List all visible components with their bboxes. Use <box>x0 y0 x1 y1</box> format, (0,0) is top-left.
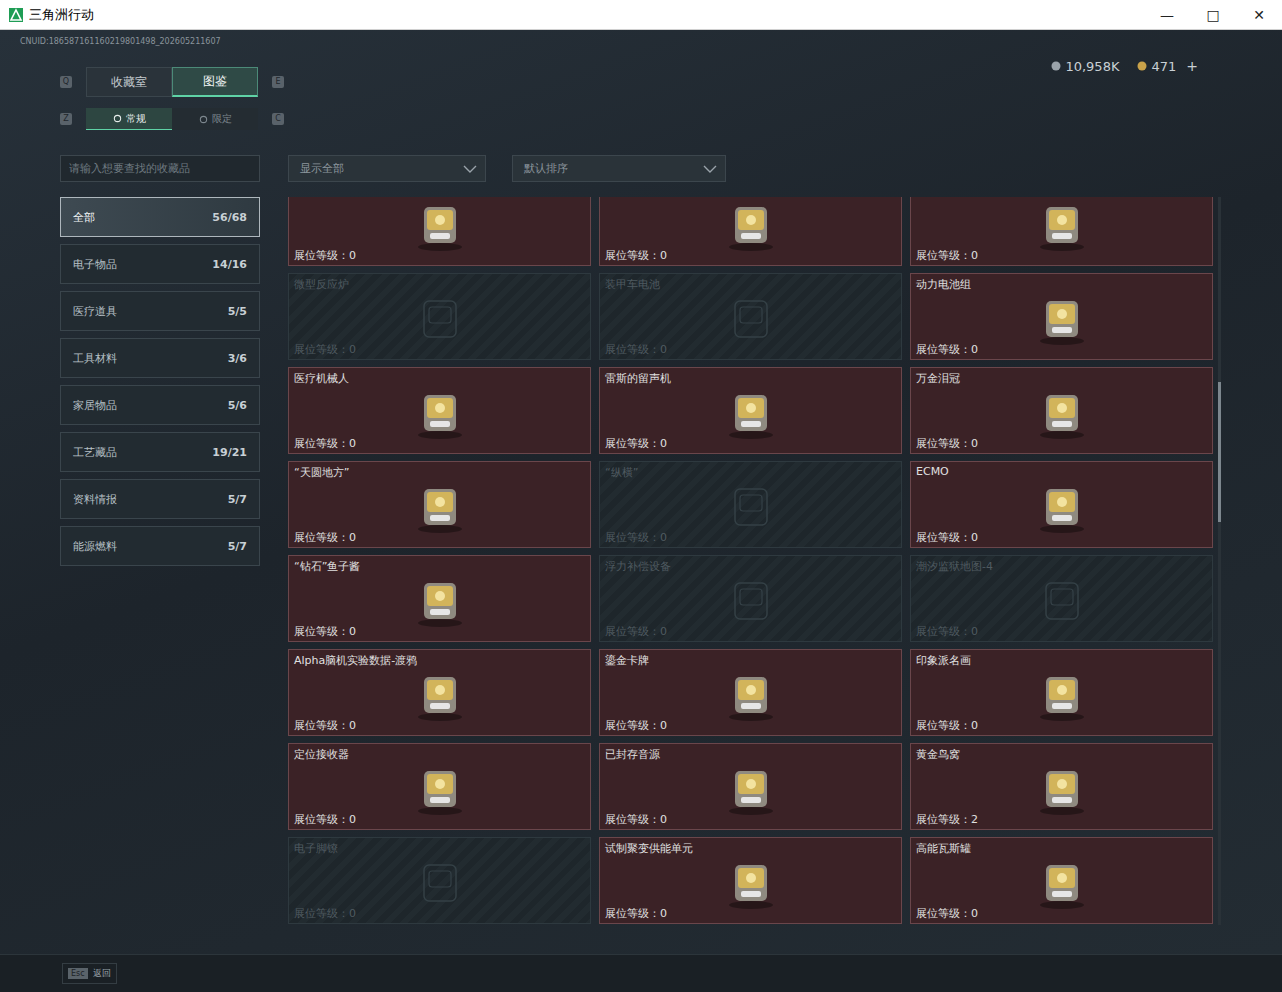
item-icon <box>408 851 472 911</box>
key-hint: E <box>272 76 284 88</box>
collection-card[interactable]: “天圆地方”展位等级：0 <box>288 461 591 548</box>
category-item[interactable]: 资料情报5/7 <box>60 479 260 519</box>
collection-card[interactable]: 试制聚变供能单元展位等级：0 <box>599 837 902 924</box>
item-icon <box>719 757 783 817</box>
item-icon <box>719 851 783 911</box>
coin-icon <box>1051 61 1061 71</box>
currency-item: 471+ <box>1137 58 1198 74</box>
item-icon <box>719 663 783 723</box>
category-item[interactable]: 工具材料3/6 <box>60 338 260 378</box>
item-icon <box>1030 757 1094 817</box>
uid-label: CNUID:186587161160219801498_202605211607 <box>0 36 1282 48</box>
item-icon <box>1030 569 1094 629</box>
window-control-button[interactable]: □ <box>1190 0 1236 30</box>
item-icon <box>1030 197 1094 253</box>
key-hint: Z <box>60 113 72 125</box>
item-icon <box>408 381 472 441</box>
add-currency-button[interactable]: + <box>1186 58 1198 74</box>
key-hint: C <box>272 113 284 125</box>
chevron-down-icon <box>463 165 477 173</box>
tab-icon <box>199 115 208 124</box>
collection-card[interactable]: 电子脚镣展位等级：0 <box>288 837 591 924</box>
filter-dropdown[interactable]: 默认排序 <box>512 155 726 182</box>
window-control-button[interactable]: ✕ <box>1236 0 1282 30</box>
collection-card[interactable]: 浮力补偿设备展位等级：0 <box>599 555 902 642</box>
category-item[interactable]: 全部56/68 <box>60 197 260 237</box>
collection-card[interactable]: 已封存音源展位等级：0 <box>599 743 902 830</box>
item-icon <box>1030 663 1094 723</box>
category-item[interactable]: 家居物品5/6 <box>60 385 260 425</box>
item-icon <box>408 569 472 629</box>
category-item[interactable]: 能源燃料5/7 <box>60 526 260 566</box>
item-icon <box>1030 851 1094 911</box>
collection-card[interactable]: 黄金鸟窝展位等级：2 <box>910 743 1213 830</box>
coin-icon <box>1137 61 1147 71</box>
collection-card[interactable]: ECMO展位等级：0 <box>910 461 1213 548</box>
item-icon <box>408 663 472 723</box>
collection-screen: CNUID:186587161160219801498_202605211607… <box>0 30 1282 954</box>
main-tab[interactable]: 图鉴 <box>172 67 258 97</box>
category-item[interactable]: 工艺藏品19/21 <box>60 432 260 472</box>
item-icon <box>1030 381 1094 441</box>
game-window: 三角洲行动—□✕CNUID:186587161160219801498_2026… <box>0 0 1282 992</box>
collection-card[interactable]: 定位接收器展位等级：0 <box>288 743 591 830</box>
key-hint: Q <box>60 76 72 88</box>
item-icon <box>408 757 472 817</box>
back-button[interactable]: Esc返回 <box>62 963 117 984</box>
category-sidebar: 全部56/68 电子物品14/16 医疗道具5/5 工具材料3/6 家居物品5/6 工艺藏… <box>60 155 260 925</box>
main-tab[interactable]: 收藏室 <box>86 67 172 97</box>
collection-card[interactable]: Alpha脑机实验数据-渡鸦展位等级：0 <box>288 649 591 736</box>
collection-card[interactable]: “纵横”展位等级：0 <box>599 461 902 548</box>
scrollbar-thumb[interactable] <box>1218 382 1221 522</box>
collection-card[interactable]: 印象派名画展位等级：0 <box>910 649 1213 736</box>
filter-dropdown[interactable]: 显示全部 <box>288 155 486 182</box>
sub-tab[interactable]: 限定 <box>172 108 258 130</box>
item-icon <box>719 197 783 253</box>
collection-card[interactable]: 展位等级：0 <box>910 197 1213 266</box>
item-icon <box>1030 475 1094 535</box>
tab-icon <box>113 114 122 123</box>
item-icon <box>408 197 472 253</box>
item-icon <box>719 287 783 347</box>
collection-card[interactable]: 展位等级：0 <box>599 197 902 266</box>
sub-tab[interactable]: 常规 <box>86 108 172 130</box>
item-icon <box>408 475 472 535</box>
scrollbar[interactable] <box>1218 197 1221 925</box>
chevron-down-icon <box>703 165 717 173</box>
currency-bar: 10,958K 471+ <box>1051 58 1198 74</box>
collection-card[interactable]: 潮汐监狱地图-4展位等级：0 <box>910 555 1213 642</box>
collection-card[interactable]: 高能瓦斯罐展位等级：0 <box>910 837 1213 924</box>
item-icon <box>719 475 783 535</box>
collection-card[interactable]: 鎏金卡牌展位等级：0 <box>599 649 902 736</box>
collection-card[interactable]: “钻石”鱼子酱展位等级：0 <box>288 555 591 642</box>
collection-card[interactable]: 万金泪冠展位等级：0 <box>910 367 1213 454</box>
collection-card[interactable]: 展位等级：0 <box>288 197 591 266</box>
currency-item: 10,958K <box>1051 58 1119 74</box>
title-bar: 三角洲行动 —□✕ <box>0 0 1282 30</box>
item-grid: 展位等级：0展位等级：0展位等级：0微型反应炉展位等级：0装甲车电池展位等级：0… <box>288 197 1213 925</box>
category-item[interactable]: 医疗道具5/5 <box>60 291 260 331</box>
item-icon <box>408 287 472 347</box>
category-item[interactable]: 电子物品14/16 <box>60 244 260 284</box>
collection-card[interactable]: 装甲车电池展位等级：0 <box>599 273 902 360</box>
collection-card[interactable]: 医疗机械人展位等级：0 <box>288 367 591 454</box>
window-control-button[interactable]: — <box>1144 0 1190 30</box>
game-logo-icon <box>9 8 23 22</box>
search-input[interactable] <box>60 155 260 182</box>
footer-bar: Esc返回 <box>0 954 1282 992</box>
collection-card[interactable]: 微型反应炉展位等级：0 <box>288 273 591 360</box>
item-icon <box>1030 287 1094 347</box>
item-icon <box>719 569 783 629</box>
item-icon <box>719 381 783 441</box>
collection-card[interactable]: 雷斯的留声机展位等级：0 <box>599 367 902 454</box>
window-title: 三角洲行动 <box>29 6 94 24</box>
collection-card[interactable]: 动力电池组展位等级：0 <box>910 273 1213 360</box>
